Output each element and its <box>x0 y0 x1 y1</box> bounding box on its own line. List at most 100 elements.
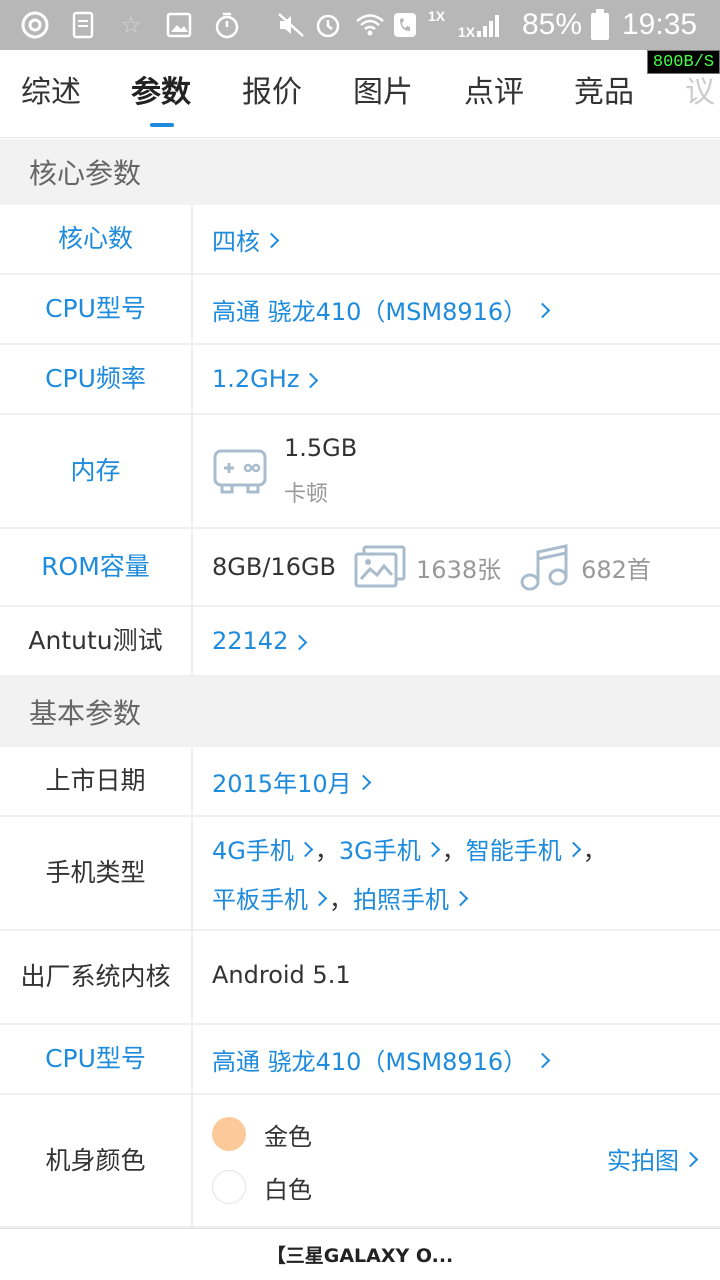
star-icon: ☆ <box>120 11 142 39</box>
signal-strength-icon <box>472 8 506 42</box>
spec-row-phone-type: 手机类型 4G手机 ， 3G手机 ， 智能手机 ， 平板手机 ， 拍照手机 <box>0 817 720 931</box>
tab-specs[interactable]: 参数 <box>131 72 191 114</box>
battery-percent: 85% <box>522 8 583 41</box>
spec-value: 1.5GB 卡顿 <box>212 415 357 527</box>
cpu-model-link[interactable]: 高通 骁龙410（MSM8916） <box>212 1042 552 1077</box>
status-bar: ☆ 1X 1X 85% 19:35 <box>0 0 720 50</box>
cpu-model-value: 高通 骁龙410（MSM8916） <box>212 1047 528 1076</box>
cpu-model-value: 高通 骁龙410（MSM8916） <box>212 297 528 326</box>
cpu-freq-value: 1.2GHz <box>212 365 300 393</box>
chevron-right-icon <box>303 372 319 388</box>
cores-link[interactable]: 四核 <box>212 222 281 257</box>
spec-row-cpu-freq: CPU频率 1.2GHz <box>0 345 720 415</box>
spec-label: CPU型号 <box>0 1025 193 1093</box>
ram-value: 1.5GB <box>284 434 358 462</box>
section-header-core: 核心参数 <box>0 139 720 205</box>
ram-info: 1.5GB 卡顿 <box>284 434 357 508</box>
phone-type-line-2: 平板手机 ， 拍照手机 <box>212 880 470 915</box>
spec-label: Antutu测试 <box>0 607 193 675</box>
spec-row-os: 出厂系统内核 Android 5.1 <box>0 931 720 1025</box>
os-value: Android 5.1 <box>212 961 351 989</box>
tab-bar: 综述 参数 报价 图片 点评 竞品 议 <box>0 50 720 138</box>
spec-value: Android 5.1 <box>212 931 351 1019</box>
spec-row-cores: 核心数 四核 <box>0 205 720 275</box>
phone-type-link[interactable]: 平板手机 <box>212 880 329 915</box>
spec-label: ROM容量 <box>0 529 193 605</box>
rom-value: 8GB/16GB <box>212 553 337 581</box>
phone-type-link[interactable]: 3G手机 <box>339 831 442 866</box>
spec-value: 高通 骁龙410（MSM8916） <box>212 1025 552 1093</box>
spec-value: 8GB/16GB 1638张 682首 <box>212 529 651 605</box>
mute-icon <box>274 8 308 42</box>
alarm-icon <box>311 8 345 42</box>
tab-more[interactable]: 议 <box>685 72 715 114</box>
spec-row-cpu-model-basic: CPU型号 高通 骁龙410（MSM8916） <box>0 1025 720 1095</box>
spec-label: 出厂系统内核 <box>0 931 193 1023</box>
separator: ， <box>441 837 466 865</box>
phone-type-label: 拍照手机 <box>353 886 449 914</box>
spec-value: 22142 <box>212 607 309 675</box>
phone-type-line-1: 4G手机 ， 3G手机 ， 智能手机 ， <box>212 831 607 866</box>
cpu-freq-link[interactable]: 1.2GHz <box>212 365 320 393</box>
spec-value: 四核 <box>212 205 281 273</box>
clock: 19:35 <box>622 8 698 41</box>
spec-label: CPU频率 <box>0 345 193 413</box>
wifi-icon <box>353 8 387 42</box>
active-tab-indicator <box>150 123 174 127</box>
gold-swatch <box>212 1117 246 1151</box>
spec-value: 高通 骁龙410（MSM8916） <box>212 275 552 343</box>
tab-competitors[interactable]: 竞品 <box>574 72 634 114</box>
antutu-value: 22142 <box>212 627 289 655</box>
photo-count: 1638张 <box>416 555 502 584</box>
color-option-gold: 金色 <box>212 1117 312 1152</box>
chevron-right-icon <box>534 302 551 318</box>
color-name: 金色 <box>264 1122 312 1151</box>
phone-type-label: 智能手机 <box>465 837 562 865</box>
cores-value: 四核 <box>212 227 260 256</box>
release-date-value: 2015年10月 <box>212 769 352 798</box>
spec-label: 内存 <box>0 415 193 527</box>
tab-reviews[interactable]: 点评 <box>464 72 524 114</box>
spec-row-rom: ROM容量 8GB/16GB 1638张 682首 <box>0 529 720 607</box>
separator: ， <box>329 886 353 914</box>
timer-icon <box>210 8 244 42</box>
gamepad-icon <box>212 446 268 496</box>
real-photo-link[interactable]: 实拍图 <box>607 1141 700 1176</box>
photo-icon <box>354 545 406 589</box>
tab-price[interactable]: 报价 <box>242 72 302 114</box>
net-speed-overlay: 800B/S <box>647 50 720 74</box>
ram-note: 卡顿 <box>284 482 329 507</box>
app-logo-icon <box>18 8 52 42</box>
release-date-link[interactable]: 2015年10月 <box>212 764 373 799</box>
chevron-right-icon <box>311 890 328 907</box>
phone-type-link[interactable]: 拍照手机 <box>353 880 470 915</box>
tab-overview[interactable]: 综述 <box>21 72 81 114</box>
bottom-title-bar: 【三星GALAXY O... <box>0 1228 720 1280</box>
phone-type-link[interactable]: 智能手机 <box>466 831 583 866</box>
separator: ， <box>582 837 607 865</box>
chevron-right-icon <box>263 232 280 248</box>
chevron-right-icon <box>355 774 371 790</box>
separator: ， <box>314 837 339 865</box>
spec-value: 2015年10月 <box>212 747 373 815</box>
chevron-right-icon <box>682 1151 699 1168</box>
spec-label: 机身颜色 <box>0 1095 193 1226</box>
antutu-link[interactable]: 22142 <box>212 627 309 655</box>
color-option-white: 白色 <box>212 1170 312 1205</box>
tab-photos[interactable]: 图片 <box>353 72 413 114</box>
spec-value: 4G手机 ， 3G手机 ， 智能手机 ， 平板手机 ， 拍照手机 <box>212 817 607 929</box>
music-icon <box>519 542 571 592</box>
phone-type-label: 4G手机 <box>212 837 294 865</box>
phone-type-label: 3G手机 <box>338 837 421 865</box>
signal-type-label: 1X <box>428 8 446 24</box>
color-name: 白色 <box>264 1175 312 1204</box>
chevron-right-icon <box>297 841 314 858</box>
spec-row-ram: 内存 1.5GB 卡顿 <box>0 415 720 529</box>
phone-type-link[interactable]: 4G手机 <box>212 831 315 866</box>
section-header-basic: 基本参数 <box>0 677 720 747</box>
cpu-model-link[interactable]: 高通 骁龙410（MSM8916） <box>212 292 552 327</box>
song-count: 682首 <box>581 555 651 584</box>
chevron-right-icon <box>565 841 582 858</box>
chevron-right-icon <box>292 634 308 650</box>
spec-label: 手机类型 <box>0 817 193 929</box>
